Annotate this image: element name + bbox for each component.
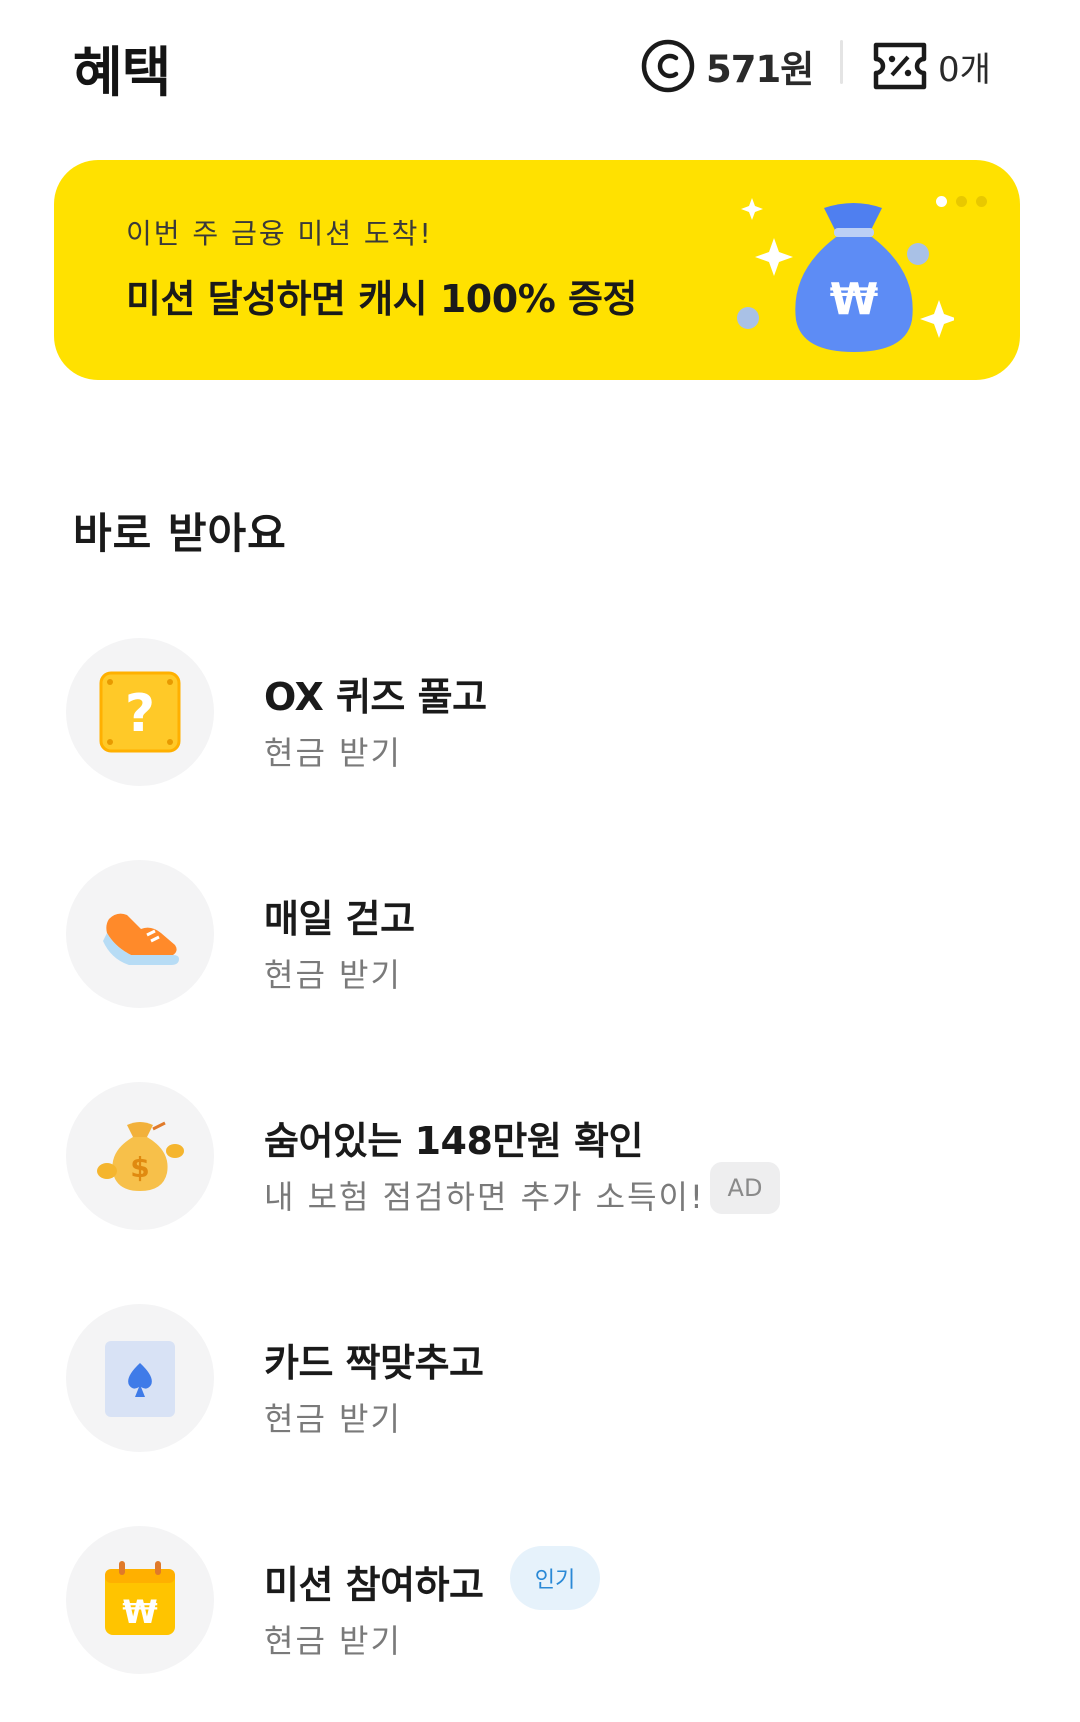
- svg-text:$: $: [130, 1151, 149, 1184]
- points-value: 571원: [706, 48, 814, 91]
- svg-text:?: ?: [125, 684, 155, 744]
- page-title: 혜택: [73, 41, 171, 104]
- item-icon-container: [66, 860, 214, 1008]
- list-item-walk[interactable]: 매일 걷고 현금 받기: [0, 860, 1080, 1020]
- item-icon-container: $: [66, 1082, 214, 1230]
- svg-text:₩: ₩: [830, 274, 879, 325]
- money-bag-coins-icon: $: [97, 1121, 184, 1191]
- pager-dot: [976, 196, 987, 207]
- svg-text:₩: ₩: [122, 1593, 157, 1631]
- item-title: 카드 짝맞추고: [264, 1341, 484, 1385]
- banner-subtitle: 이번 주 금융 미션 도착!: [126, 217, 433, 250]
- list-item-mission[interactable]: ₩ 미션 참여하고 인기 현금 받기: [0, 1526, 1080, 1686]
- item-subtitle: 현금 받기: [264, 1400, 402, 1438]
- promo-banner[interactable]: 이번 주 금융 미션 도착! 미션 달성하면 캐시 100% 증정 ₩: [54, 160, 1020, 380]
- money-bag-won-icon: ₩: [737, 198, 954, 352]
- spade-card-icon: [105, 1341, 175, 1417]
- list-item-ox-quiz[interactable]: ? OX 퀴즈 풀고 현금 받기: [0, 638, 1080, 798]
- points-balance[interactable]: 571원: [640, 36, 814, 96]
- list-item-insurance-check[interactable]: $ 숨어있는 148만원 확인 내 보험 점검하면 추가 소득이! AD: [0, 1082, 1080, 1242]
- copyright-coin-icon: [641, 39, 695, 93]
- popular-badge: 인기: [510, 1546, 600, 1610]
- item-title: 숨어있는 148만원 확인: [264, 1119, 643, 1163]
- item-icon-container: ₩: [66, 1526, 214, 1674]
- coupon-count-text: 0개: [938, 49, 991, 90]
- item-title: OX 퀴즈 풀고: [264, 675, 487, 719]
- item-subtitle: 내 보험 점검하면 추가 소득이!: [264, 1178, 705, 1216]
- item-title: 매일 걷고: [264, 897, 415, 941]
- question-box-icon: ?: [99, 671, 181, 753]
- item-subtitle: 현금 받기: [264, 734, 402, 772]
- section-title: 바로 받아요: [73, 509, 287, 558]
- pager-dot: [956, 196, 967, 207]
- item-title: 미션 참여하고: [264, 1563, 484, 1607]
- item-icon-container: [66, 1304, 214, 1452]
- ad-badge: AD: [710, 1162, 780, 1214]
- header: 혜택 571원 0개: [0, 0, 1080, 130]
- item-subtitle: 현금 받기: [264, 1622, 402, 1660]
- item-subtitle: 현금 받기: [264, 956, 402, 994]
- pager-dot: [936, 196, 947, 207]
- banner-title: 미션 달성하면 캐시 100% 증정: [126, 277, 637, 321]
- won-calendar-icon: ₩: [105, 1561, 175, 1635]
- coupon-ticket-icon: [873, 42, 927, 90]
- banner-pager: [936, 196, 987, 207]
- sneaker-icon: [103, 913, 179, 965]
- header-divider: [840, 40, 843, 84]
- item-icon-container: ?: [66, 638, 214, 786]
- coupon-count[interactable]: 0개: [870, 36, 991, 96]
- list-item-card-match[interactable]: 카드 짝맞추고 현금 받기: [0, 1304, 1080, 1464]
